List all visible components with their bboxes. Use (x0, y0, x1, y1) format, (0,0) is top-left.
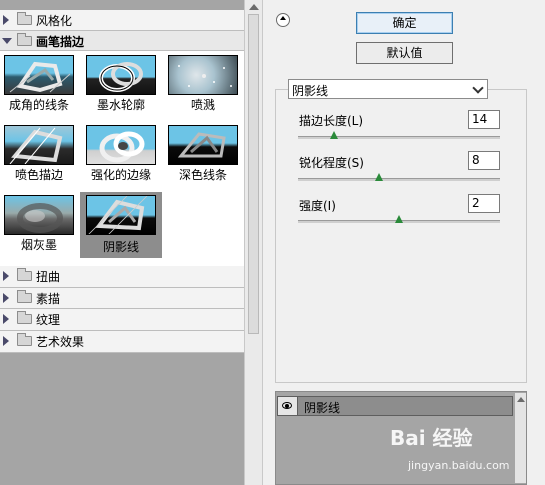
sharpness-input[interactable]: 8 (468, 151, 500, 170)
filter-select[interactable]: 阴影线 (288, 79, 488, 99)
metal-ring-shape (99, 62, 143, 92)
settings-group-box (275, 89, 527, 383)
scroll-up-arrow-icon[interactable] (249, 4, 259, 10)
thumbnail-grid: 成角的线条 墨水轮廓 喷溅 喷色描边 强化的边缘 深色线条 烟灰墨 阴影线 (0, 51, 244, 266)
filter-list: 风格化 画笔描边 成角的线条 墨水轮廓 喷溅 喷色描边 强化的边缘 深色线条 烟… (0, 0, 244, 485)
spatter-texture (178, 65, 232, 87)
category-stylize[interactable]: 风格化 (0, 10, 244, 31)
category-brush-strokes[interactable]: 画笔描边 (0, 31, 244, 51)
filter-thumb-angled-strokes[interactable]: 成角的线条 (0, 52, 78, 112)
folder-icon (17, 311, 32, 324)
folder-icon (17, 268, 32, 281)
slider-knob[interactable] (374, 173, 383, 181)
baidu-watermark-logo: Bai 经验 (390, 426, 473, 450)
expand-arrow-icon (3, 314, 9, 324)
metal-ring-shape (177, 132, 226, 158)
category-distort[interactable]: 扭曲 (0, 266, 244, 288)
expand-arrow-icon (3, 336, 9, 346)
blurred-ring-shape (17, 203, 63, 233)
filter-thumb-dark-strokes[interactable]: 深色线条 (164, 122, 242, 182)
category-sketch[interactable]: 素描 (0, 288, 244, 309)
category-texture[interactable]: 纹理 (0, 309, 244, 331)
thumbnail-image (86, 125, 156, 165)
metal-ring-shape (9, 127, 63, 164)
slider-knob[interactable] (330, 131, 339, 139)
scrollbar-thumb[interactable] (248, 14, 259, 334)
folder-open-icon (17, 33, 32, 46)
metal-ring-shape (9, 61, 71, 93)
sharpness-slider[interactable] (298, 173, 500, 181)
filter-thumb-crosshatch[interactable]: 阴影线 (80, 192, 162, 258)
filter-thumb-sprayed-strokes[interactable]: 喷色描边 (0, 122, 78, 182)
stroke-length-label: 描边长度(L) (299, 114, 364, 128)
filter-settings-panel: 确定 默认值 阴影线 描边长度(L) 14 锐化程度(S) 8 强度(I) 2 … (262, 0, 545, 485)
stroke-length-slider[interactable] (298, 131, 500, 139)
thumbnail-image (4, 125, 74, 165)
eye-visibility-icon[interactable] (278, 397, 298, 415)
layers-scrollbar[interactable] (515, 393, 526, 483)
chevron-down-icon (472, 82, 484, 94)
thumbnail-image (4, 195, 74, 235)
expand-arrow-icon (3, 15, 9, 25)
filter-thumb-sumi-e[interactable]: 烟灰墨 (0, 192, 78, 252)
filter-thumb-ink-outlines[interactable]: 墨水轮廓 (82, 52, 160, 112)
category-artistic[interactable]: 艺术效果 (0, 331, 244, 353)
expand-arrow-icon (3, 271, 9, 281)
metal-ring-shape (99, 131, 145, 163)
folder-icon (17, 12, 32, 25)
collapse-gallery-icon[interactable] (276, 13, 290, 27)
metal-ring-shape (88, 196, 148, 234)
thumbnail-image (4, 55, 74, 95)
thumbnail-image (168, 55, 238, 95)
strength-label: 强度(I) (299, 199, 336, 213)
thumbnail-image (168, 125, 238, 165)
filter-thumb-spatter[interactable]: 喷溅 (164, 52, 242, 112)
thumbnail-image (86, 195, 156, 235)
baidu-watermark-url: jingyan.baidu.com (408, 459, 510, 472)
folder-icon (17, 333, 32, 346)
ok-button[interactable]: 确定 (356, 12, 453, 34)
collapse-arrow-icon (2, 38, 12, 44)
effect-layer-row[interactable]: 阴影线 (277, 396, 513, 416)
filter-category-panel: 风格化 画笔描边 成角的线条 墨水轮廓 喷溅 喷色描边 强化的边缘 深色线条 烟… (0, 0, 262, 485)
folder-icon (17, 290, 32, 303)
stroke-length-input[interactable]: 14 (468, 110, 500, 129)
expand-arrow-icon (3, 293, 9, 303)
slider-knob[interactable] (395, 215, 403, 223)
scroll-up-arrow-icon[interactable] (517, 397, 525, 402)
category-scrollbar[interactable] (244, 0, 262, 485)
filter-thumb-accented-edges[interactable]: 强化的边缘 (82, 122, 160, 182)
default-button[interactable]: 默认值 (356, 42, 453, 64)
thumbnail-image (86, 55, 156, 95)
strength-slider[interactable] (298, 215, 500, 223)
sharpness-label: 锐化程度(S) (299, 156, 364, 170)
strength-input[interactable]: 2 (468, 194, 500, 213)
